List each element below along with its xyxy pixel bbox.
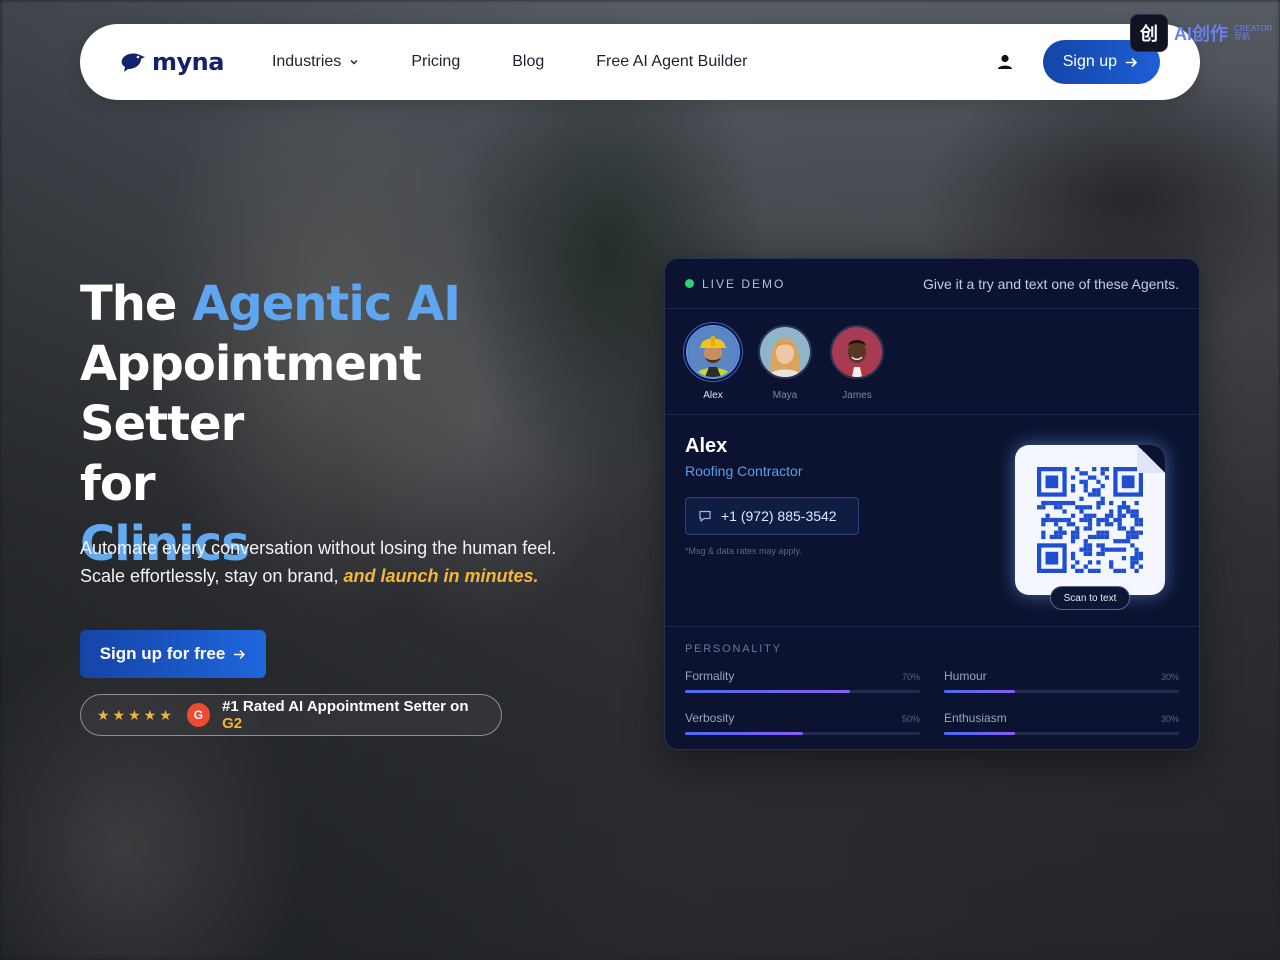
- live-demo-card: LIVE DEMO Give it a try and text one of …: [664, 258, 1200, 750]
- personality-panel: PERSONALITY Formality 70% Humour 30% Ver…: [665, 627, 1199, 735]
- agent-phone-number: +1 (972) 885-3542: [721, 508, 837, 524]
- trait-name: Formality: [685, 669, 735, 683]
- message-icon: [699, 510, 711, 522]
- watermark-sub-bottom: 导航: [1234, 32, 1250, 41]
- live-demo-label: LIVE DEMO: [702, 276, 786, 291]
- man-avatar-icon: [832, 327, 882, 377]
- rating-platform: G2: [222, 715, 243, 732]
- agent-option-james[interactable]: James: [829, 325, 885, 401]
- logo-text: myna: [152, 48, 224, 76]
- hero-title-line1: The: [80, 276, 177, 332]
- woman-avatar-icon: [760, 327, 810, 377]
- trait-humour: Humour 30%: [944, 669, 1179, 693]
- watermark-badge: 创: [1130, 14, 1168, 52]
- demo-header: LIVE DEMO Give it a try and text one of …: [665, 259, 1199, 309]
- watermark-text: AI创作: [1174, 24, 1228, 44]
- trait-bar-track: [944, 690, 1179, 693]
- trait-bar-fill: [944, 732, 1015, 735]
- agent-name: James: [842, 390, 872, 401]
- hero-subtitle: Automate every conversation without losi…: [80, 534, 640, 590]
- hero-title-line2: Appointment Setter: [80, 336, 422, 452]
- myna-bird-icon: [121, 53, 145, 72]
- trait-value: 50%: [901, 714, 920, 724]
- g2-logo-icon: G: [186, 703, 211, 727]
- qr-code-icon: [1037, 467, 1143, 573]
- personality-traits: Formality 70% Humour 30% Verbosity 50% E…: [685, 669, 1179, 735]
- nav-link-label: Pricing: [411, 53, 461, 70]
- arrow-right-icon: [234, 649, 246, 659]
- trait-bar-track: [685, 690, 920, 693]
- agent-name: Alex: [703, 390, 723, 401]
- signup-free-label: Sign up for free: [99, 644, 226, 663]
- nav-link-pricing[interactable]: Pricing: [411, 53, 460, 71]
- star-rating-icon: ★★★★★: [97, 706, 175, 723]
- trait-name: Verbosity: [685, 711, 735, 725]
- watermark-logo: 创 AI创作 CREATOR 导航: [1130, 14, 1272, 52]
- rates-disclaimer: *Msg & data rates may apply.: [685, 546, 802, 556]
- agent-option-alex[interactable]: Alex: [685, 325, 741, 401]
- construction-worker-avatar-icon: [688, 327, 738, 377]
- hero-subtitle-line1: Automate every conversation without losi…: [80, 538, 557, 558]
- agent-picker: Alex Maya James: [665, 309, 1199, 415]
- trait-bar-fill: [685, 690, 850, 693]
- hero-subtitle-highlight: and launch in minutes.: [343, 566, 539, 586]
- trait-value: 70%: [901, 672, 920, 682]
- qr-page-fold: [1137, 445, 1165, 473]
- nav-link-label: Free AI Agent Builder: [596, 53, 748, 70]
- user-icon[interactable]: [995, 52, 1015, 72]
- trait-bar-fill: [944, 690, 1015, 693]
- arrow-right-icon: [1126, 57, 1138, 67]
- nav-link-blog[interactable]: Blog: [512, 53, 544, 71]
- scan-to-text-label: Scan to text: [1050, 586, 1130, 610]
- trait-bar-track: [944, 732, 1179, 735]
- agent-profile: Alex Roofing Contractor +1 (972) 885-354…: [665, 415, 1199, 627]
- chevron-down-icon: [350, 60, 358, 65]
- trait-name: Humour: [944, 669, 987, 683]
- logo[interactable]: myna: [120, 48, 224, 76]
- hero-title-accent: Agentic AI: [192, 276, 461, 332]
- agent-profile-role: Roofing Contractor: [685, 463, 803, 479]
- nav-link-label: Blog: [512, 53, 545, 70]
- personality-title: PERSONALITY: [685, 643, 782, 655]
- nav-links: Industries Pricing Blog Free AI Agent Bu…: [272, 53, 800, 71]
- trait-value: 30%: [1160, 672, 1179, 682]
- demo-hint: Give it a try and text one of these Agen…: [922, 275, 1179, 292]
- avatar: [758, 325, 812, 379]
- live-status-dot: [685, 279, 694, 288]
- agent-phone-button[interactable]: +1 (972) 885-3542: [685, 497, 859, 535]
- rating-text: #1 Rated AI Appointment Setter on G2: [222, 698, 485, 732]
- trait-value: 30%: [1160, 714, 1179, 724]
- agent-name: Maya: [772, 390, 798, 401]
- avatar: [830, 325, 884, 379]
- trait-formality: Formality 70%: [685, 669, 920, 693]
- hero-subtitle-line2: Scale effortlessly, stay on brand,: [80, 566, 339, 586]
- nav-link-label: Industries: [271, 53, 342, 70]
- top-navbar: myna Industries Pricing Blog Free AI Age…: [80, 24, 1200, 100]
- hero-title: The Agentic AI Appointment Setter for Cl…: [80, 274, 600, 574]
- trait-enthusiasm: Enthusiasm 30%: [944, 711, 1179, 735]
- trait-verbosity: Verbosity 50%: [685, 711, 920, 735]
- agent-profile-name: Alex: [685, 435, 728, 457]
- rating-text-main: #1 Rated AI Appointment Setter on: [222, 698, 469, 715]
- signup-button-label: Sign up: [1062, 53, 1117, 70]
- agent-option-maya[interactable]: Maya: [757, 325, 813, 401]
- trait-bar-fill: [685, 732, 803, 735]
- trait-name: Enthusiasm: [944, 711, 1007, 725]
- signup-free-button[interactable]: Sign up for free: [80, 630, 266, 678]
- avatar: [686, 325, 740, 379]
- nav-link-agent-builder[interactable]: Free AI Agent Builder: [596, 53, 747, 71]
- nav-link-industries[interactable]: Industries: [272, 53, 359, 71]
- qr-code-card[interactable]: [1015, 445, 1165, 595]
- g2-rating-badge[interactable]: ★★★★★ G #1 Rated AI Appointment Setter o…: [80, 694, 502, 736]
- hero-title-line3: for: [80, 456, 156, 512]
- trait-bar-track: [685, 732, 920, 735]
